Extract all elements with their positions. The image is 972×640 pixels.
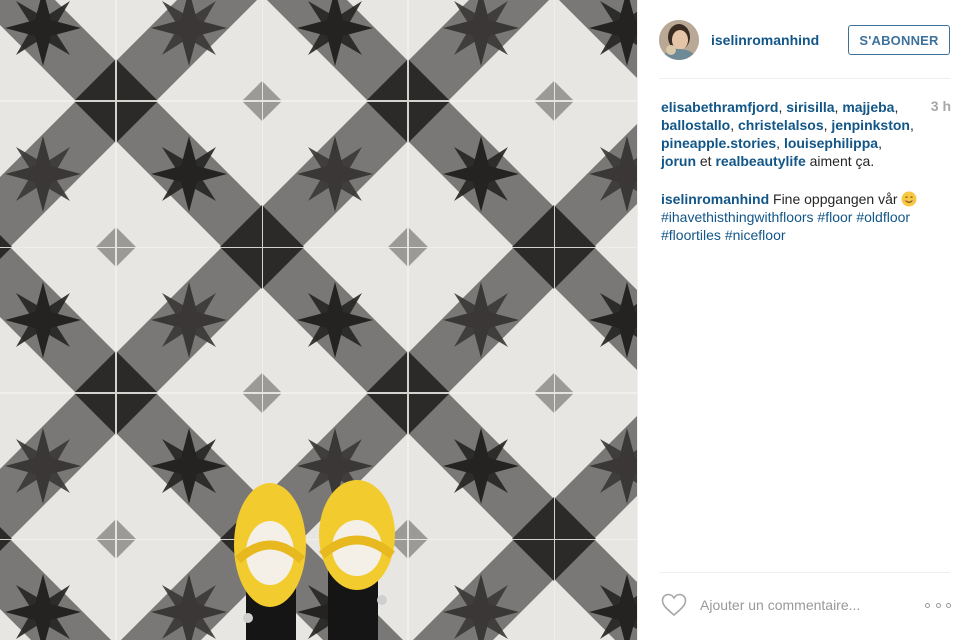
- floor-tiles-image: [0, 0, 637, 640]
- follow-button[interactable]: S'ABONNER: [848, 25, 950, 55]
- ellipsis-icon[interactable]: [925, 602, 951, 608]
- liker-link[interactable]: jenpinkston: [831, 117, 910, 133]
- divider: [659, 78, 950, 79]
- likes-and: et: [699, 153, 712, 169]
- liker-link[interactable]: majjeba: [842, 99, 894, 115]
- comment-input[interactable]: [700, 593, 925, 617]
- post-photo[interactable]: [0, 0, 637, 640]
- liker-link[interactable]: ballostallo: [661, 117, 730, 133]
- comment-bar: [661, 590, 951, 620]
- caption: iselinromanhind Fine oppgangen vår #ihav…: [661, 190, 946, 244]
- hashtag-link[interactable]: #floor: [817, 209, 852, 225]
- likes-text: elisabethramfjord, sirisilla, majjeba, b…: [661, 99, 914, 169]
- liker-link[interactable]: elisabethramfjord: [661, 99, 778, 115]
- avatar[interactable]: [659, 20, 699, 60]
- liker-link[interactable]: realbeautylife: [715, 153, 805, 169]
- heart-icon[interactable]: [661, 593, 687, 617]
- liker-link[interactable]: sirisilla: [786, 99, 834, 115]
- likes-suffix: aiment ça.: [809, 153, 875, 169]
- liker-link[interactable]: jorun: [661, 153, 696, 169]
- likes-section: elisabethramfjord, sirisilla, majjeba, b…: [661, 98, 951, 170]
- hashtag-link[interactable]: #oldfloor: [856, 209, 910, 225]
- header-username[interactable]: iselinromanhind: [711, 32, 848, 48]
- post-time[interactable]: 3 h: [931, 98, 951, 114]
- smiling-face-emoji: [901, 191, 917, 207]
- post-sidebar: iselinromanhind S'ABONNER elisabethramfj…: [637, 0, 972, 640]
- divider: [659, 572, 950, 573]
- hashtag-link[interactable]: #floortiles: [661, 227, 721, 243]
- caption-username[interactable]: iselinromanhind: [661, 191, 769, 207]
- hashtag-link[interactable]: #ihavethisthingwithfloors: [661, 209, 814, 225]
- liker-link[interactable]: louisephilippa: [784, 135, 878, 151]
- hashtag-link[interactable]: #nicefloor: [725, 227, 786, 243]
- liker-link[interactable]: pineapple.stories: [661, 135, 776, 151]
- caption-text: Fine oppgangen vår: [773, 191, 898, 207]
- post-header: iselinromanhind S'ABONNER: [659, 17, 950, 63]
- liker-link[interactable]: christelalsos: [738, 117, 824, 133]
